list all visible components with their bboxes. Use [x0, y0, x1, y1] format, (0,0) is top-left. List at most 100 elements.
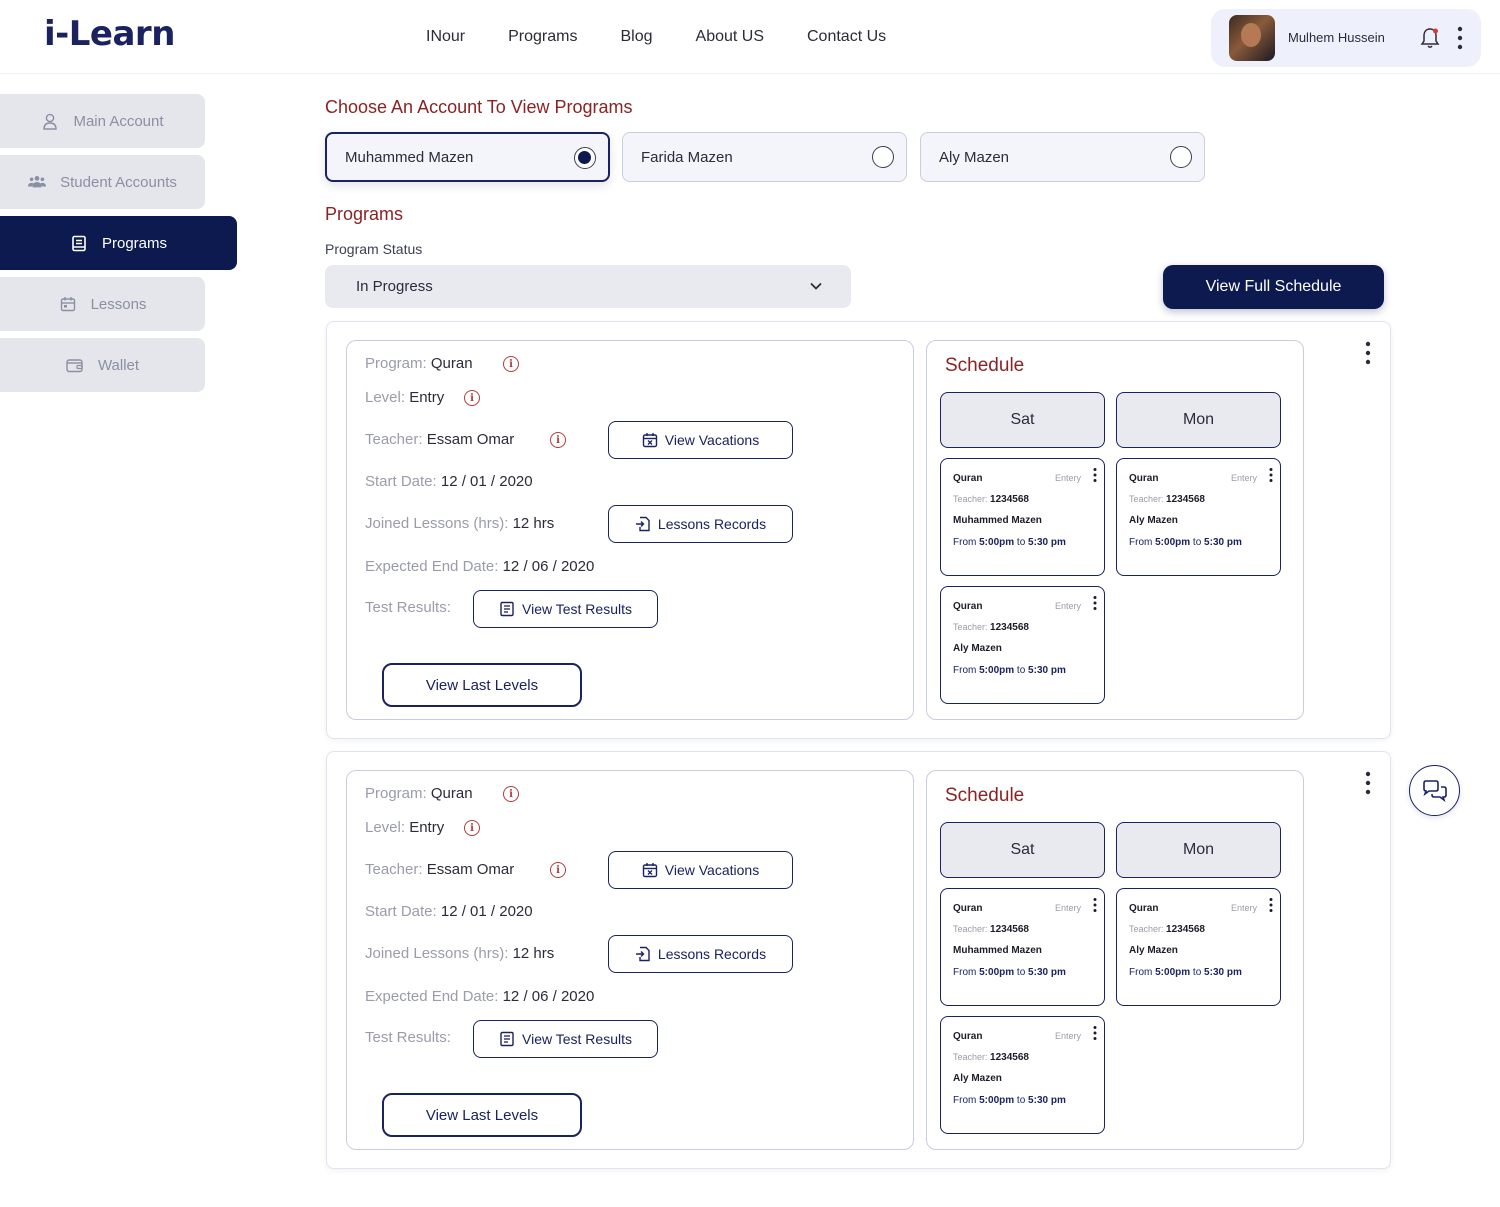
slot-program: Quran: [1129, 903, 1159, 914]
sidebar-item-lessons[interactable]: Lessons: [0, 277, 205, 331]
chat-button[interactable]: [1409, 765, 1460, 816]
teacher-value: Essam Omar: [426, 431, 515, 448]
card-more-vertical-icon[interactable]: [1363, 770, 1373, 796]
joined-lessons-label: Joined Lessons (hrs):: [365, 515, 509, 532]
slot-time: From 5:00pm to 5:30 pm: [953, 665, 1066, 676]
calendar-icon: [59, 295, 77, 313]
slot-time: From 5:00pm to 5:30 pm: [953, 967, 1066, 978]
joined-lessons-row: Joined Lessons (hrs): 12 hrs: [365, 945, 554, 962]
user-name: Mulhem Hussein: [1288, 30, 1385, 45]
slot-teacher: Teacher: 1234568: [953, 1052, 1029, 1063]
level-row: Level: Entry: [365, 389, 444, 406]
sidebar-item-wallet[interactable]: Wallet: [0, 338, 205, 392]
schedule-slot[interactable]: Quran Entery Teacher: 1234568 Aly Mazen …: [1116, 888, 1281, 1006]
view-last-levels-button[interactable]: View Last Levels: [382, 1093, 582, 1137]
radio-selected-icon[interactable]: [574, 147, 596, 169]
schedule-slot[interactable]: Quran Entery Teacher: 1234568 Muhammed M…: [940, 888, 1105, 1006]
test-results-row: Test Results:: [365, 1029, 451, 1046]
avatar[interactable]: [1229, 15, 1275, 61]
more-vertical-icon[interactable]: [1092, 595, 1098, 611]
brand-logo[interactable]: i-Learn: [44, 14, 175, 54]
card-more-vertical-icon[interactable]: [1363, 340, 1373, 366]
view-last-levels-button[interactable]: View Last Levels: [382, 663, 582, 707]
day-tab-mon[interactable]: Mon: [1116, 822, 1281, 878]
slot-student: Aly Mazen: [1129, 515, 1178, 526]
slot-from-label: From: [1129, 537, 1153, 548]
nav-about[interactable]: About US: [696, 28, 764, 46]
slot-teacher-value: 1234568: [1166, 494, 1205, 505]
account-option-aly[interactable]: Aly Mazen: [920, 132, 1205, 182]
info-icon[interactable]: i: [503, 356, 519, 372]
button-label: Lessons Records: [657, 516, 767, 532]
more-vertical-icon[interactable]: [1455, 25, 1465, 51]
view-test-results-button[interactable]: View Test Results: [473, 1020, 658, 1058]
start-date-value: 12 / 01 / 2020: [440, 473, 533, 490]
sidebar-item-student-accounts[interactable]: Student Accounts: [0, 155, 205, 209]
info-icon[interactable]: i: [503, 786, 519, 802]
slot-from: 5:00pm: [979, 537, 1015, 548]
slot-program: Quran: [953, 1031, 983, 1042]
more-vertical-icon[interactable]: [1092, 1025, 1098, 1041]
more-vertical-icon[interactable]: [1092, 467, 1098, 483]
info-icon[interactable]: i: [550, 862, 566, 878]
users-icon: [28, 173, 47, 191]
bell-icon[interactable]: [1419, 26, 1441, 50]
day-tab-sat[interactable]: Sat: [940, 392, 1105, 448]
button-label: View Test Results: [522, 1031, 632, 1047]
lessons-records-button[interactable]: Lessons Records: [608, 935, 793, 973]
teacher-label: Teacher:: [365, 861, 423, 878]
nav-blog[interactable]: Blog: [620, 28, 652, 46]
test-results-label: Test Results:: [365, 599, 451, 616]
more-vertical-icon[interactable]: [1092, 897, 1098, 913]
view-vacations-button[interactable]: View Vacations: [608, 421, 793, 459]
radio-icon[interactable]: [1170, 146, 1192, 168]
slot-student: Aly Mazen: [1129, 945, 1178, 956]
calendar-x-icon: [642, 862, 658, 878]
chevron-down-icon: [810, 282, 822, 290]
schedule-slot[interactable]: Quran Entery Teacher: 1234568 Muhammed M…: [940, 458, 1105, 576]
sidebar-item-programs[interactable]: Programs: [0, 216, 237, 270]
slot-program: Quran: [953, 903, 983, 914]
teacher-row: Teacher: Essam Omar: [365, 431, 514, 448]
nav-programs[interactable]: Programs: [508, 28, 577, 46]
more-vertical-icon[interactable]: [1268, 467, 1274, 483]
schedule-slot[interactable]: Quran Entery Teacher: 1234568 Aly Mazen …: [940, 586, 1105, 704]
view-vacations-button[interactable]: View Vacations: [608, 851, 793, 889]
program-status-select[interactable]: In Progress: [325, 265, 851, 308]
end-date-row: Expected End Date: 12 / 06 / 2020: [365, 558, 594, 575]
level-label: Level:: [365, 389, 406, 406]
sidebar-item-main-account[interactable]: Main Account: [0, 94, 205, 148]
slot-level: Entery: [1054, 903, 1081, 913]
view-full-schedule-button[interactable]: View Full Schedule: [1163, 265, 1384, 309]
nav-contact[interactable]: Contact Us: [807, 28, 886, 46]
info-icon[interactable]: i: [464, 820, 480, 836]
account-name: Aly Mazen: [939, 148, 1010, 166]
more-vertical-icon[interactable]: [1268, 897, 1274, 913]
lessons-records-button[interactable]: Lessons Records: [608, 505, 793, 543]
slot-program: Quran: [1129, 473, 1159, 484]
account-option-farida[interactable]: Farida Mazen: [622, 132, 907, 182]
info-icon[interactable]: i: [550, 432, 566, 448]
info-icon[interactable]: i: [464, 390, 480, 406]
schedule-title: Schedule: [945, 785, 1025, 806]
slot-teacher-label: Teacher:: [1129, 494, 1164, 504]
program-info-panel: Program: Quran i Level: Entry i Teacher:…: [346, 340, 914, 720]
schedule-slot[interactable]: Quran Entery Teacher: 1234568 Aly Mazen …: [940, 1016, 1105, 1134]
schedule-slot[interactable]: Quran Entery Teacher: 1234568 Aly Mazen …: [1116, 458, 1281, 576]
program-info-panel: Program: Quran i Level: Entry i Teacher:…: [346, 770, 914, 1150]
day-tab-sat[interactable]: Sat: [940, 822, 1105, 878]
slot-from: 5:00pm: [979, 967, 1015, 978]
sidebar-item-label: Wallet: [97, 356, 140, 374]
slot-to: 5:30 pm: [1204, 967, 1242, 978]
slot-student: Aly Mazen: [953, 643, 1002, 654]
nav-inour[interactable]: INour: [426, 28, 465, 46]
user-profile[interactable]: Mulhem Hussein: [1211, 9, 1481, 67]
view-test-results-button[interactable]: View Test Results: [473, 590, 658, 628]
slot-level: Entery: [1230, 903, 1257, 913]
slot-teacher: Teacher: 1234568: [953, 494, 1029, 505]
slot-from: 5:00pm: [1155, 967, 1191, 978]
end-date-row: Expected End Date: 12 / 06 / 2020: [365, 988, 594, 1005]
day-tab-mon[interactable]: Mon: [1116, 392, 1281, 448]
radio-icon[interactable]: [872, 146, 894, 168]
account-option-muhammed[interactable]: Muhammed Mazen: [325, 132, 610, 182]
